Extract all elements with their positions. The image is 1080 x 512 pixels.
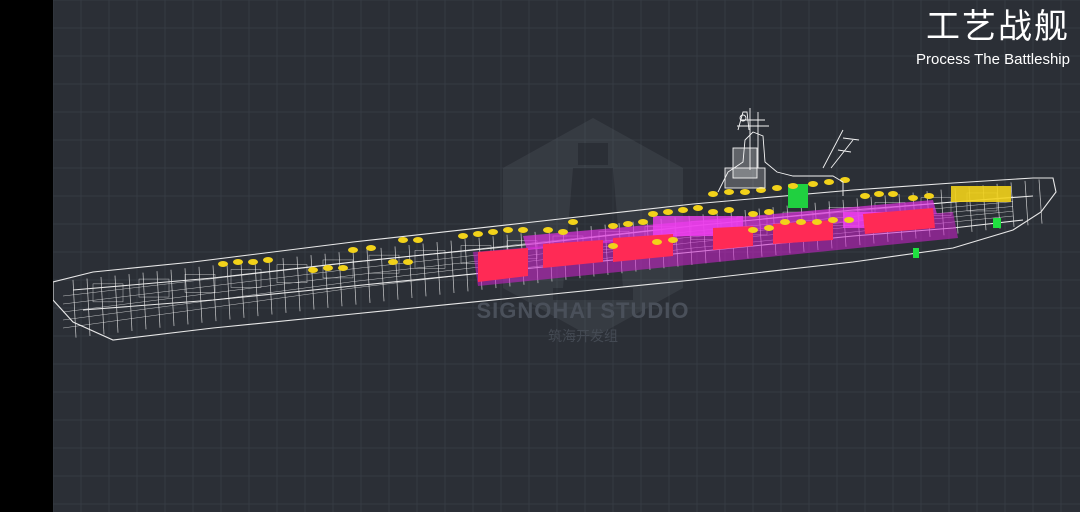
letterbox-bar	[0, 0, 53, 512]
ship-viewport[interactable]: SIGNOHAI STUDIO 筑海开发组 工艺战舰 Process The B…	[53, 0, 1080, 512]
green-block	[913, 248, 919, 258]
red-section	[713, 226, 753, 250]
yellow-deck	[951, 186, 1011, 202]
screen: SIGNOHAI STUDIO 筑海开发组 工艺战舰 Process The B…	[0, 0, 1080, 512]
app-subtitle: Process The Battleship	[916, 51, 1070, 68]
red-section	[478, 248, 528, 282]
superstructure	[717, 108, 860, 196]
app-title: 工艺战舰	[926, 7, 1070, 47]
green-block	[993, 218, 1001, 228]
battleship-wireframe[interactable]	[53, 0, 1080, 512]
